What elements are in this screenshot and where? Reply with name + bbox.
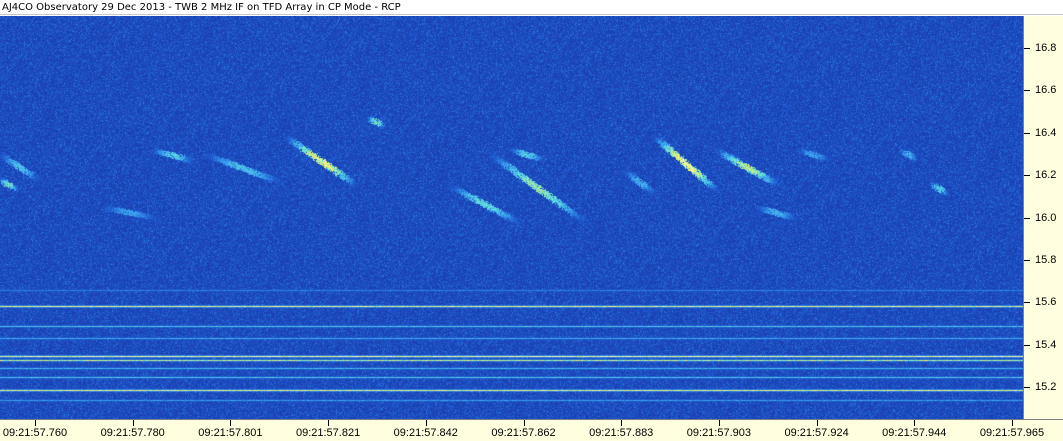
- x-tick-label: 09:21:57.842: [393, 427, 458, 439]
- x-tick-label: 09:21:57.965: [979, 427, 1045, 439]
- frequency-axis: 16.8 16.6 16.4 16.2 16.0 15.8 15.6 15.4 15.2: [1023, 16, 1063, 419]
- y-tick: [1024, 132, 1030, 134]
- x-tick-label: 09:21:57.944: [882, 427, 947, 439]
- x-tick: [35, 420, 36, 426]
- y-tick: [1024, 259, 1030, 261]
- y-tick-label: 15.4: [1035, 338, 1057, 351]
- spectrogram-plot[interactable]: [0, 16, 1023, 419]
- x-tick-label: 09:21:57.780: [100, 427, 165, 439]
- x-tick-label: 09:21:57.883: [589, 427, 654, 439]
- y-tick-label: 16.2: [1035, 169, 1057, 182]
- time-axis: 09:21:57.760 09:21:57.780 09:21:57.801 09:2…: [0, 419, 1063, 441]
- y-tick: [1024, 387, 1030, 389]
- y-tick-label: 16.0: [1035, 211, 1057, 224]
- x-tick: [718, 420, 720, 426]
- x-tick-label: 09:21:57.801: [198, 427, 263, 439]
- x-tick-label: 09:21:57.862: [491, 427, 556, 439]
- x-tick-label: 09:21:57.821: [295, 427, 361, 439]
- y-tick: [1024, 217, 1030, 219]
- y-tick: [1024, 344, 1030, 346]
- y-tick-label: 15.6: [1035, 296, 1057, 309]
- x-tick: [132, 420, 134, 426]
- x-tick: [425, 420, 427, 426]
- y-tick: [1024, 47, 1030, 49]
- y-tick-label: 16.6: [1035, 84, 1057, 97]
- y-tick: [1024, 302, 1030, 304]
- x-tick: [523, 420, 525, 426]
- y-tick-label: 16.4: [1035, 126, 1057, 139]
- y-tick: [1024, 175, 1030, 177]
- x-tick: [328, 420, 330, 426]
- y-tick: [1024, 90, 1030, 92]
- x-tick-label: 09:21:57.924: [784, 427, 849, 439]
- x-tick: [816, 420, 818, 426]
- y-tick-label: 15.8: [1035, 253, 1057, 266]
- x-tick: [1012, 420, 1013, 426]
- window-title: AJ4CO Observatory 29 Dec 2013 - TWB 2 MH…: [0, 0, 1063, 15]
- x-tick: [230, 420, 232, 426]
- x-tick-label: 09:21:57.903: [686, 427, 752, 439]
- x-tick: [621, 420, 623, 426]
- y-tick-label: 16.8: [1035, 41, 1057, 54]
- y-tick-label: 15.2: [1035, 381, 1057, 394]
- x-tick-label: 09:21:57.760: [2, 427, 68, 439]
- x-tick: [914, 420, 916, 426]
